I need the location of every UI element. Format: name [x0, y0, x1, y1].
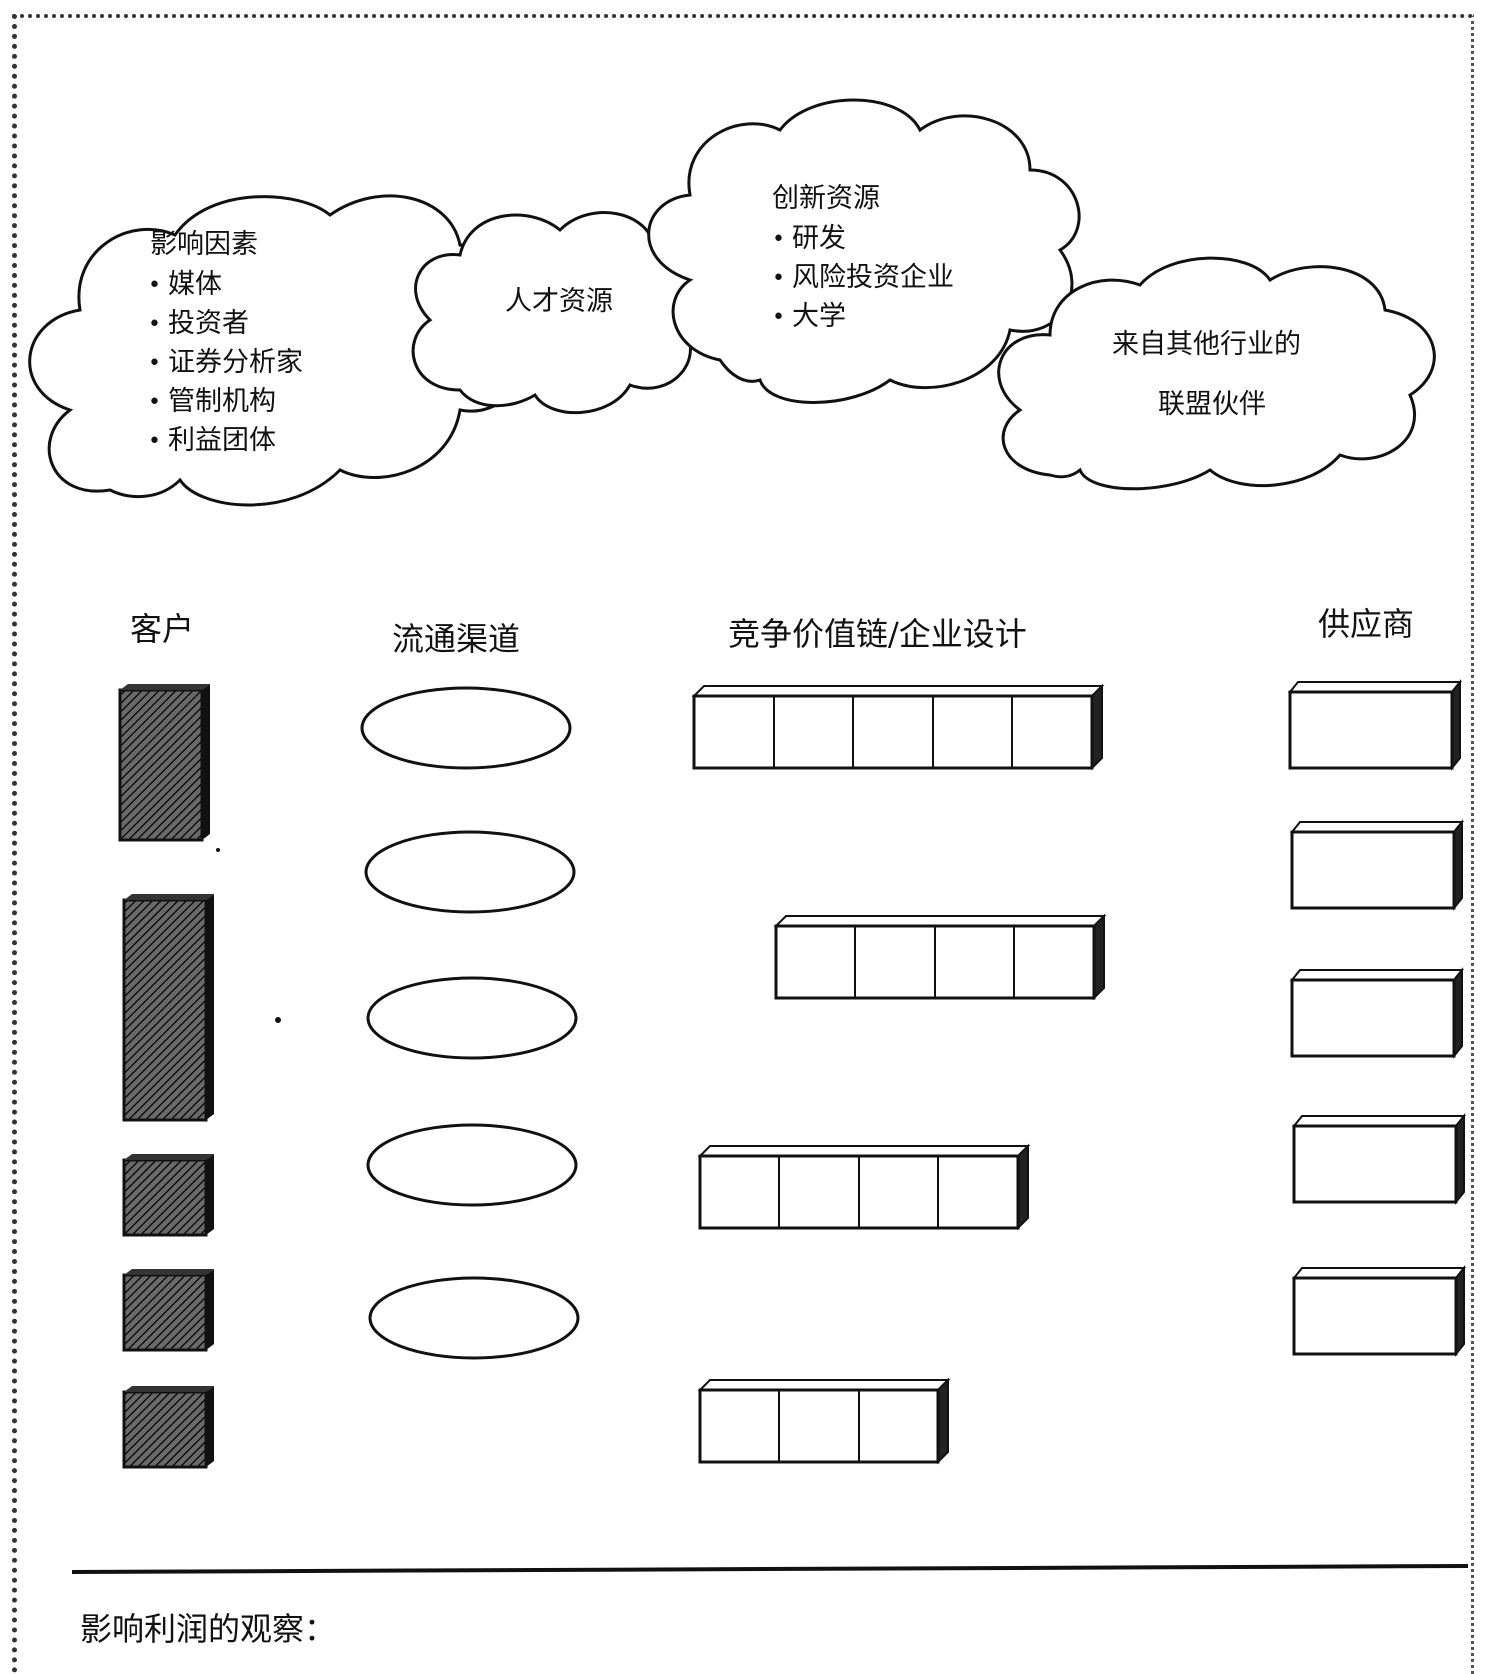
supplier-block [1291, 1265, 1467, 1357]
customer-block [122, 894, 214, 1122]
value-chain-row [697, 1377, 951, 1465]
supplier-blocks [1287, 679, 1467, 1357]
customer-block [122, 1269, 214, 1352]
influence-bullet: • [148, 312, 161, 337]
customer-block [122, 1386, 214, 1469]
channels-header: 流通渠道 [392, 620, 520, 658]
innovation-bullet: • [772, 266, 785, 291]
innovation-bullet: • [772, 305, 785, 330]
innovation-bullet: • [772, 227, 785, 252]
influence-item: 投资者 [168, 308, 249, 339]
influence-item: 管制机构 [168, 386, 276, 417]
innovation-title: 创新资源 [772, 183, 880, 214]
channel-ellipse [368, 1276, 580, 1360]
footer-divider [71, 1564, 1469, 1574]
footer-label: 影响利润的观察： [80, 1610, 336, 1648]
channel-ellipses [360, 686, 580, 1360]
influence-item: 利益团体 [168, 425, 276, 456]
influence-item: 媒体 [168, 269, 222, 300]
customer-block [118, 684, 210, 842]
alliance-label-line1: 来自其他行业的 [1112, 329, 1301, 360]
value-chain-row [773, 913, 1107, 1001]
customers-header: 客户 [130, 610, 194, 648]
channel-ellipse [366, 976, 578, 1060]
influence-item: 证券分析家 [168, 347, 303, 378]
value-chain-row [697, 1143, 1031, 1231]
influence-bullet: • [148, 390, 161, 415]
innovation-item: 研发 [792, 223, 846, 254]
innovation-item: 大学 [792, 301, 846, 332]
value-chain-rows [691, 683, 1107, 1465]
alliance-label-line2: 联盟伙伴 [1158, 389, 1266, 420]
influence-title: 影响因素 [150, 229, 258, 260]
supplier-block [1291, 1113, 1467, 1205]
influence-bullet: • [148, 429, 161, 454]
influence-bullet: • [148, 273, 161, 298]
profit-landscape-diagram: 影响因素 • 媒体 • 投资者 • 证券分析家 • 管制机构 • 利益团体 人才… [28, 98, 1469, 1648]
supplier-block [1289, 967, 1465, 1059]
talent-label: 人才资源 [505, 286, 613, 317]
value-chain-header: 竞争价值链/企业设计 [728, 615, 1027, 653]
influence-bullet: • [148, 351, 161, 376]
suppliers-header: 供应商 [1318, 605, 1414, 643]
channel-ellipse [364, 830, 576, 914]
innovation-item: 风险投资企业 [792, 262, 954, 293]
value-chain-row [691, 683, 1105, 771]
stray-dot [275, 1017, 281, 1023]
customer-block [122, 1154, 214, 1237]
supplier-block [1289, 819, 1465, 911]
supplier-block [1287, 679, 1463, 771]
stray-dot [216, 848, 220, 852]
channel-ellipse [366, 1123, 578, 1207]
customer-blocks [118, 684, 281, 1469]
channel-ellipse [360, 686, 572, 770]
